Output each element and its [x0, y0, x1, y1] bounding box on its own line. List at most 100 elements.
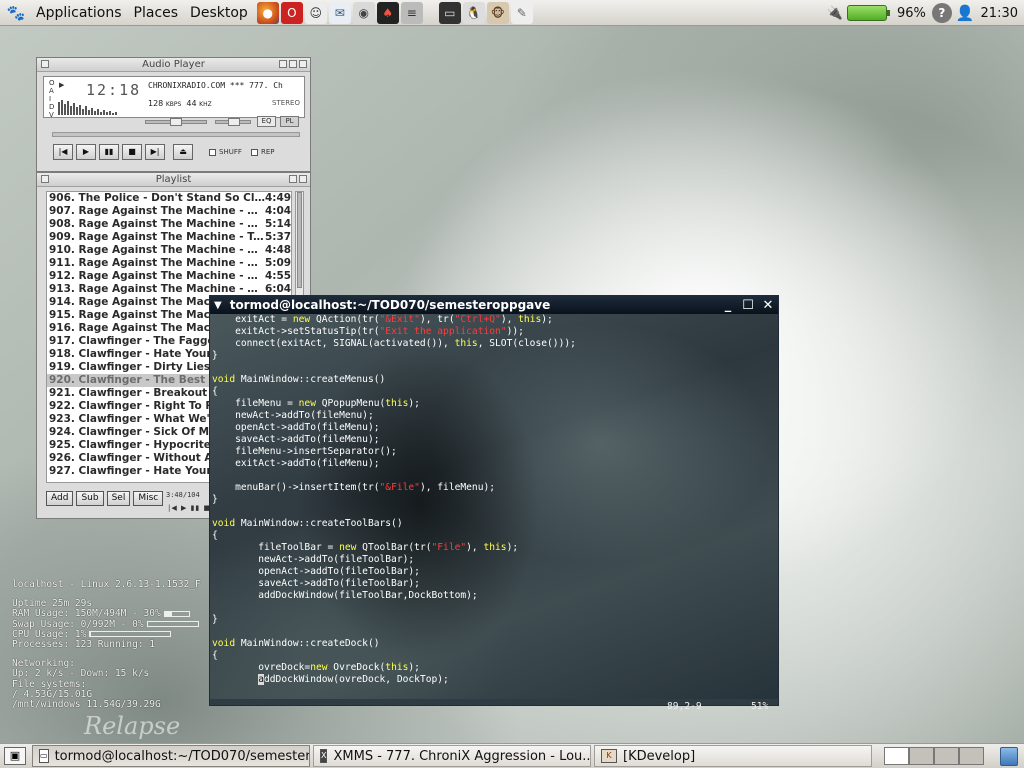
opera-icon[interactable]: O [280, 1, 303, 24]
visualizer[interactable] [58, 99, 122, 115]
misc-button[interactable]: Misc [133, 491, 164, 506]
sel-button[interactable]: Sel [106, 491, 131, 506]
solitaire-icon[interactable]: ♠ [376, 1, 399, 24]
shuffle-checkbox[interactable] [209, 148, 216, 156]
repeat-checkbox[interactable] [251, 148, 258, 156]
indicator-i[interactable]: I [49, 95, 55, 103]
show-desktop-button[interactable]: ▣ [4, 747, 26, 765]
add-button[interactable]: Add [46, 491, 74, 506]
menu-button[interactable] [41, 175, 49, 183]
close-button[interactable] [299, 60, 307, 68]
playlist-row[interactable]: 907. Rage Against The Machine - Bombt...… [47, 205, 291, 218]
player-display: O A I D V ▶ 12:18 CHRONIXRADIO.COM *** 7… [43, 76, 305, 119]
playback-time[interactable]: 12:18 [86, 81, 141, 99]
close-button[interactable]: ✕ [758, 298, 778, 313]
swap-bar [146, 621, 199, 628]
stop-button[interactable]: ■ [122, 144, 142, 160]
menu-button[interactable] [41, 60, 49, 68]
code-line: newAct->addTo(fileToolBar); [212, 554, 415, 565]
track-title: 907. Rage Against The Machine - Bombt... [49, 205, 265, 217]
repeat-toggle[interactable]: REP [251, 148, 275, 156]
playlist-row[interactable]: 910. Rage Against The Machine - Settle F… [47, 244, 291, 257]
shade-button[interactable] [289, 60, 297, 68]
battery-meter [846, 5, 890, 21]
playlist-row[interactable]: 911. Rage Against The Machine - Bullet I… [47, 257, 291, 270]
close-button[interactable] [299, 175, 307, 183]
eject-button[interactable]: ⏏ [173, 144, 193, 160]
code-editor[interactable]: exitAct = new QAction(tr("&Exit"), tr("C… [210, 314, 778, 699]
terminal-icon: ▭ [39, 749, 49, 763]
menu-applications[interactable]: Applications [30, 5, 128, 21]
indicator-a[interactable]: A [49, 87, 55, 95]
workspace-2[interactable] [909, 747, 934, 765]
disk-icon[interactable]: ◉ [352, 1, 375, 24]
playlist-row[interactable]: 908. Rage Against The Machine - Killing … [47, 218, 291, 231]
user-icon[interactable]: 👤 [956, 4, 975, 22]
indicator-d[interactable]: D [49, 103, 55, 111]
firefox-icon[interactable]: ● [256, 1, 279, 24]
indicator-o[interactable]: O [49, 79, 55, 87]
playlist-titlebar[interactable]: Playlist [37, 173, 310, 187]
monkey-icon[interactable]: 🐵 [486, 1, 509, 24]
khz-unit: KHZ [199, 101, 212, 108]
ram-bar [163, 610, 190, 617]
fs-windows: /mnt/windows 11.54G/39.29G [12, 699, 161, 711]
volume-slider[interactable] [145, 118, 207, 126]
playlist-row[interactable]: 909. Rage Against The Machine - Take T..… [47, 231, 291, 244]
volume-knob[interactable] [170, 118, 182, 126]
pause-button[interactable]: ▮▮ [99, 144, 119, 160]
next-button[interactable]: ▶| [145, 144, 165, 160]
play-button[interactable]: ▶ [76, 144, 96, 160]
playlist-title: Playlist [155, 174, 192, 185]
code-line: ovreDock=new OvreDock(this); [212, 662, 420, 673]
notes-icon[interactable]: ✎ [510, 1, 533, 24]
sub-button[interactable]: Sub [76, 491, 104, 506]
maximize-button[interactable]: ☐ [738, 298, 758, 313]
penguin-icon[interactable]: 🐧 [462, 1, 485, 24]
menu-places[interactable]: Places [128, 5, 185, 21]
minimize-button[interactable] [279, 60, 287, 68]
gaim-icon[interactable]: ☺ [304, 1, 327, 24]
workspace-4[interactable] [959, 747, 984, 765]
playlist-row[interactable]: 912. Rage Against The Machine - Know Y..… [47, 270, 291, 283]
indicator-v[interactable]: V [49, 111, 55, 119]
seek-bar[interactable] [52, 132, 300, 137]
terminal-icon[interactable]: ▭ [438, 1, 461, 24]
shuffle-toggle[interactable]: SHUFF [209, 148, 242, 156]
xmms-icon: X [320, 749, 328, 763]
balance-knob[interactable] [228, 118, 240, 126]
playlist-row[interactable]: 906. The Police - Don't Stand So Close T… [47, 192, 291, 205]
minimize-button[interactable]: _ [718, 298, 738, 313]
system-monitor: localhost - Linux 2.6.13-1.1532_F Uptime… [12, 579, 212, 711]
email-icon[interactable]: ✉ [328, 1, 351, 24]
window-menu-icon[interactable]: ▼ [214, 300, 222, 311]
workspace-1[interactable] [884, 747, 909, 765]
trash-icon[interactable] [1000, 747, 1018, 766]
task-kdevelop[interactable]: K [KDevelop] [594, 745, 872, 767]
track-duration: 5:09 [265, 257, 292, 269]
audio-player-titlebar[interactable]: Audio Player [37, 58, 310, 72]
previous-button[interactable]: |◀ [53, 144, 73, 160]
terminal-titlebar[interactable]: ▼ tormod@localhost:~/TOD070/semesteroppg… [210, 296, 778, 314]
song-title-scroller[interactable]: CHRONIXRADIO.COM *** 777. Ch [148, 81, 304, 90]
scroll-percent: 51% [751, 701, 769, 712]
track-title: 909. Rage Against The Machine - Take T..… [49, 231, 265, 243]
help-icon[interactable]: ? [931, 3, 952, 23]
balance-slider[interactable] [215, 118, 251, 126]
track-title: 908. Rage Against The Machine - Killing … [49, 218, 265, 230]
task-xmms[interactable]: X XMMS - 777. ChroniX Aggression - Lou..… [313, 745, 591, 767]
shade-button[interactable] [289, 175, 297, 183]
workspace-3[interactable] [934, 747, 959, 765]
pl-button[interactable]: PL [280, 116, 299, 127]
kbps-unit: KBPS [165, 101, 182, 108]
task-terminal[interactable]: ▭ tormod@localhost:~/TOD070/semestero... [32, 745, 310, 767]
code-line: menuBar()->insertItem(tr("&File"), fileM… [212, 482, 496, 493]
eq-button[interactable]: EQ [257, 116, 276, 127]
database-icon[interactable]: ≡ [400, 1, 423, 24]
menu-desktop[interactable]: Desktop [184, 5, 254, 21]
clock[interactable]: 21:30 [981, 6, 1018, 21]
playlist-scroll-thumb[interactable] [297, 192, 302, 288]
gnome-foot-icon[interactable]: 🐾 [6, 3, 26, 23]
host-line: localhost - Linux 2.6.13-1.1532_F [12, 579, 201, 590]
